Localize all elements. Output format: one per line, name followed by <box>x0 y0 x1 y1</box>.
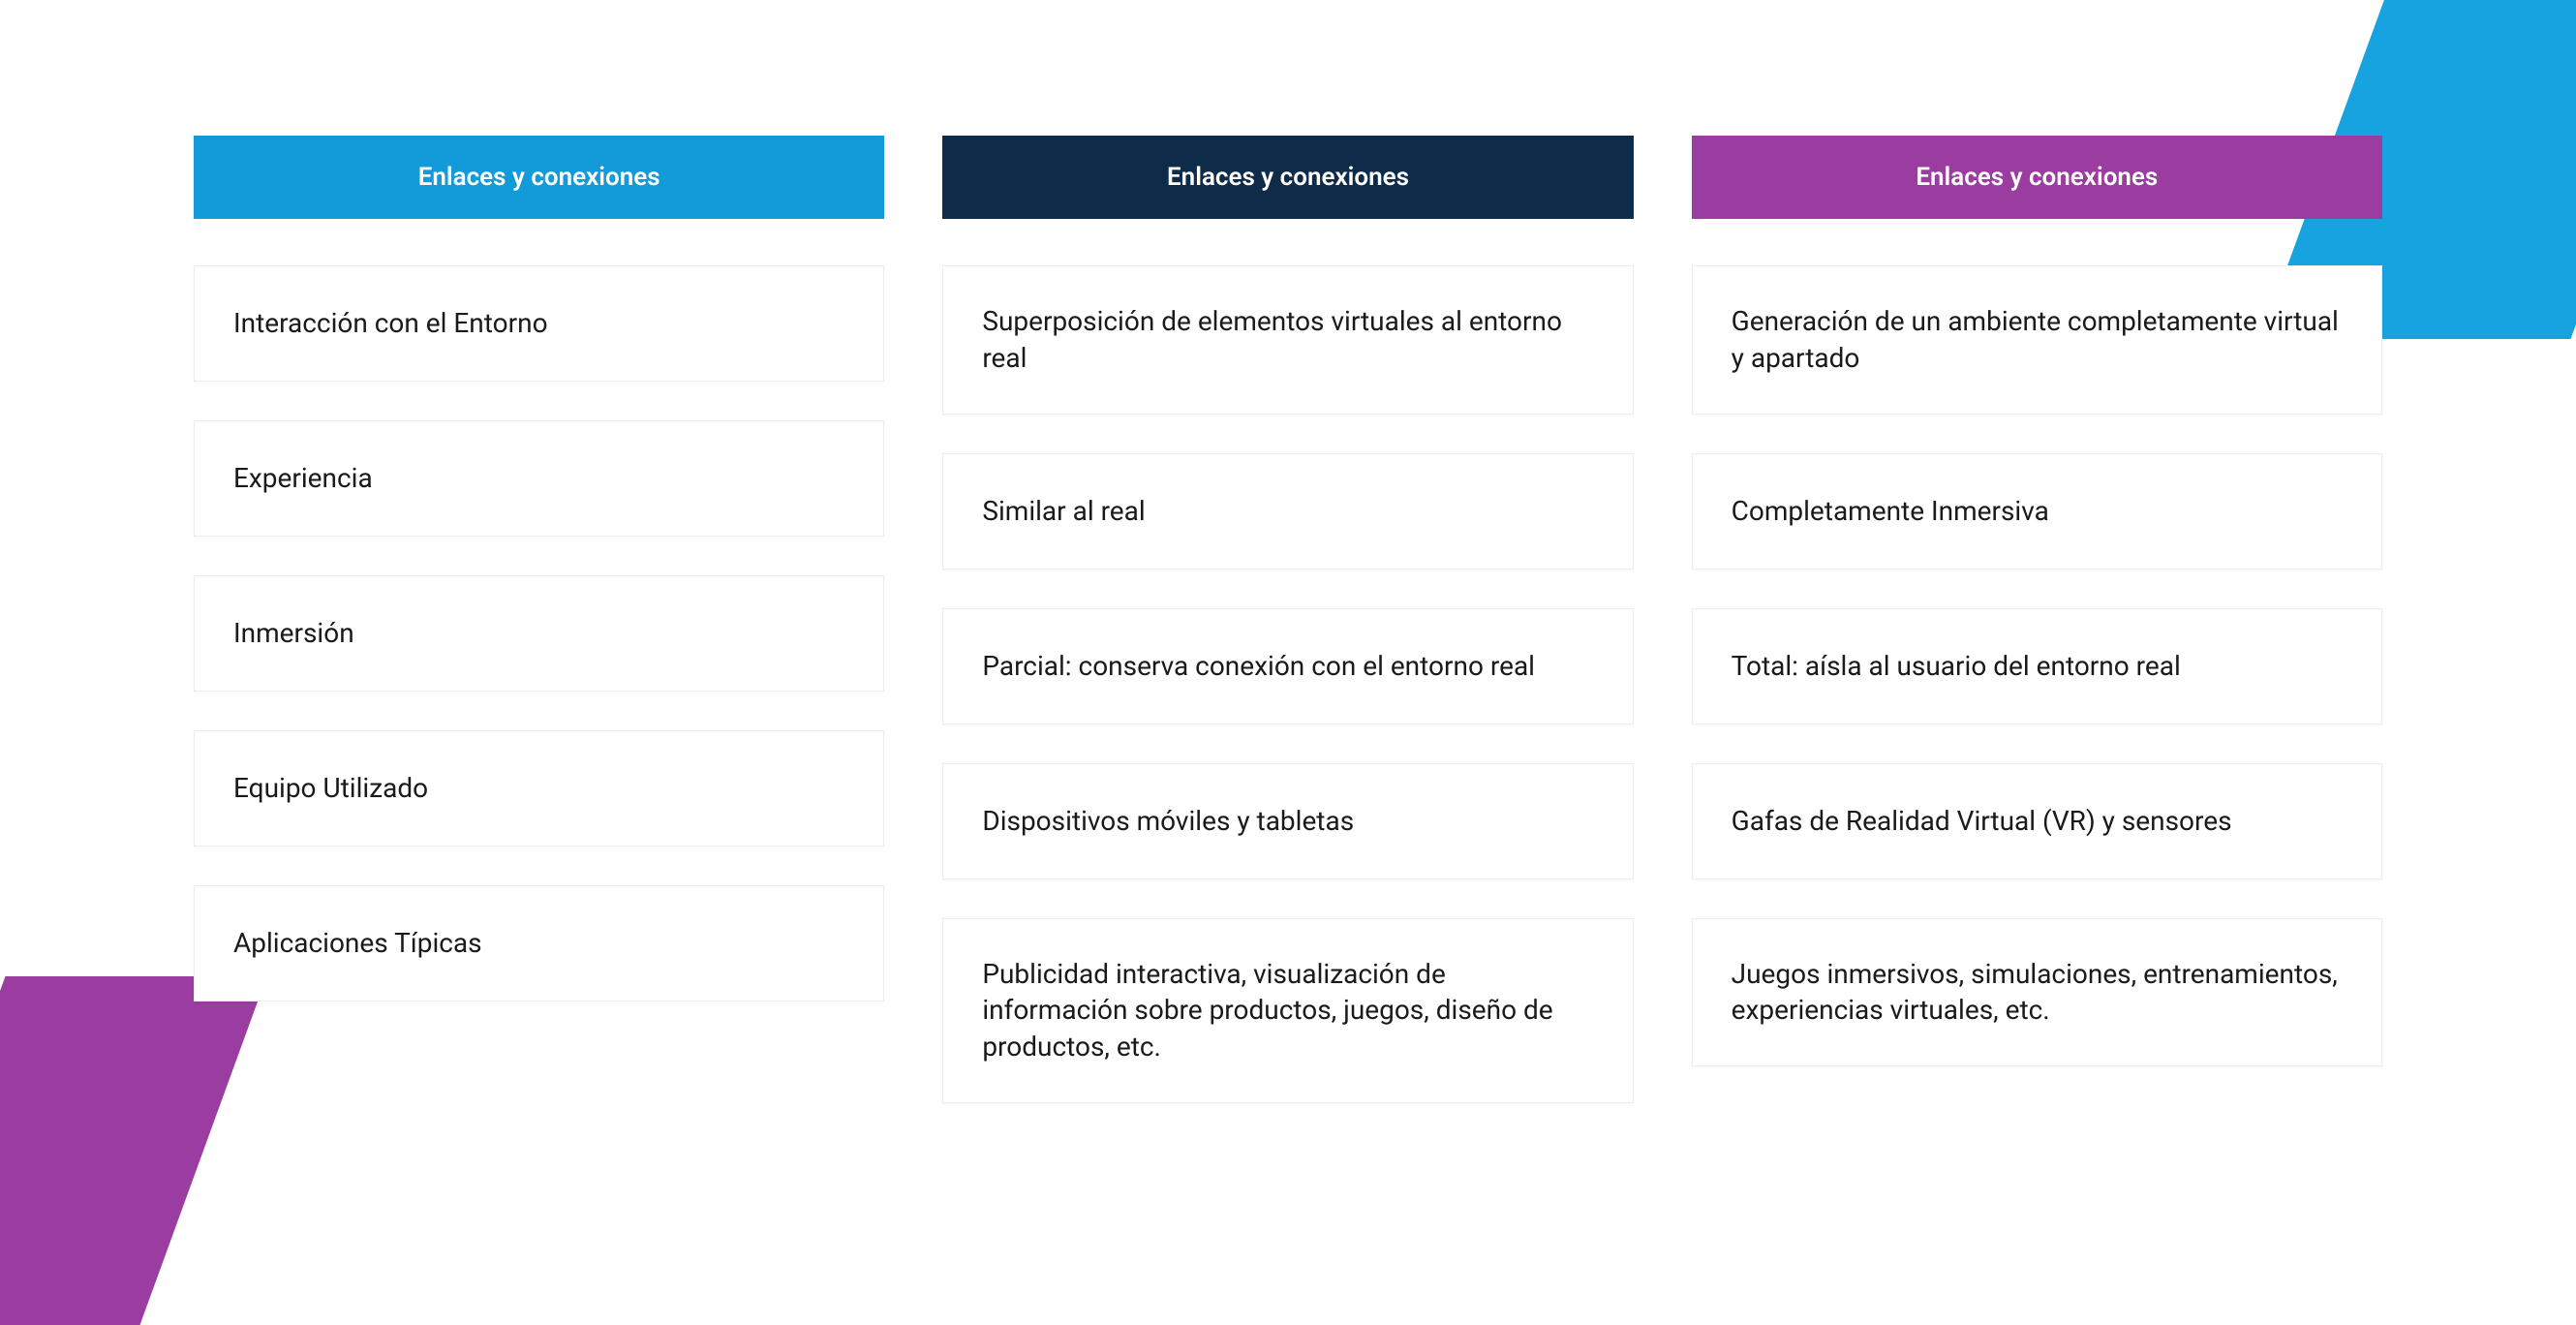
cell-text: Aplicaciones Típicas <box>233 925 482 962</box>
column-3: Enlaces y conexiones Generación de un am… <box>1692 136 2382 1142</box>
column-1-cell-3: Inmersión <box>194 575 884 692</box>
cell-text: Inmersión <box>233 615 354 652</box>
column-1-header: Enlaces y conexiones <box>194 136 884 219</box>
column-3-cell-5: Juegos inmersivos, simulaciones, entrena… <box>1692 918 2382 1067</box>
column-1: Enlaces y conexiones Interacción con el … <box>194 136 884 1142</box>
column-1-cell-5: Aplicaciones Típicas <box>194 885 884 1001</box>
cell-text: Similar al real <box>982 493 1145 530</box>
column-3-cell-3: Total: aísla al usuario del entorno real <box>1692 608 2382 724</box>
cell-text: Gafas de Realidad Virtual (VR) y sensore… <box>1732 803 2232 840</box>
column-3-header: Enlaces y conexiones <box>1692 136 2382 219</box>
column-2-cell-3: Parcial: conserva conexión con el entorn… <box>942 608 1633 724</box>
column-2-cell-2: Similar al real <box>942 453 1633 570</box>
cell-text: Total: aísla al usuario del entorno real <box>1732 648 2181 685</box>
column-2-cell-1: Superposición de elementos virtuales al … <box>942 265 1633 415</box>
cell-text: Experiencia <box>233 460 373 497</box>
cell-text: Completamente Inmersiva <box>1732 493 2049 530</box>
cell-text: Juegos inmersivos, simulaciones, entrena… <box>1732 956 2343 1030</box>
comparison-table: Enlaces y conexiones Interacción con el … <box>0 0 2576 1209</box>
cell-text: Parcial: conserva conexión con el entorn… <box>982 648 1535 685</box>
column-3-cell-1: Generación de un ambiente completamente … <box>1692 265 2382 415</box>
column-3-cell-4: Gafas de Realidad Virtual (VR) y sensore… <box>1692 763 2382 879</box>
column-1-cell-1: Interacción con el Entorno <box>194 265 884 382</box>
column-1-cell-2: Experiencia <box>194 420 884 537</box>
column-1-cell-4: Equipo Utilizado <box>194 730 884 847</box>
column-3-cell-2: Completamente Inmersiva <box>1692 453 2382 570</box>
cell-text: Dispositivos móviles y tabletas <box>982 803 1354 840</box>
columns-container: Enlaces y conexiones Interacción con el … <box>0 0 2576 1142</box>
column-2-cell-4: Dispositivos móviles y tabletas <box>942 763 1633 879</box>
cell-text: Superposición de elementos virtuales al … <box>982 303 1593 377</box>
cell-text: Interacción con el Entorno <box>233 305 548 342</box>
cell-text: Publicidad interactiva, visualización de… <box>982 956 1593 1065</box>
column-2-cell-5: Publicidad interactiva, visualización de… <box>942 918 1633 1103</box>
cell-text: Generación de un ambiente completamente … <box>1732 303 2343 377</box>
cell-text: Equipo Utilizado <box>233 770 428 807</box>
column-2-header: Enlaces y conexiones <box>942 136 1633 219</box>
column-2: Enlaces y conexiones Superposición de el… <box>942 136 1633 1142</box>
